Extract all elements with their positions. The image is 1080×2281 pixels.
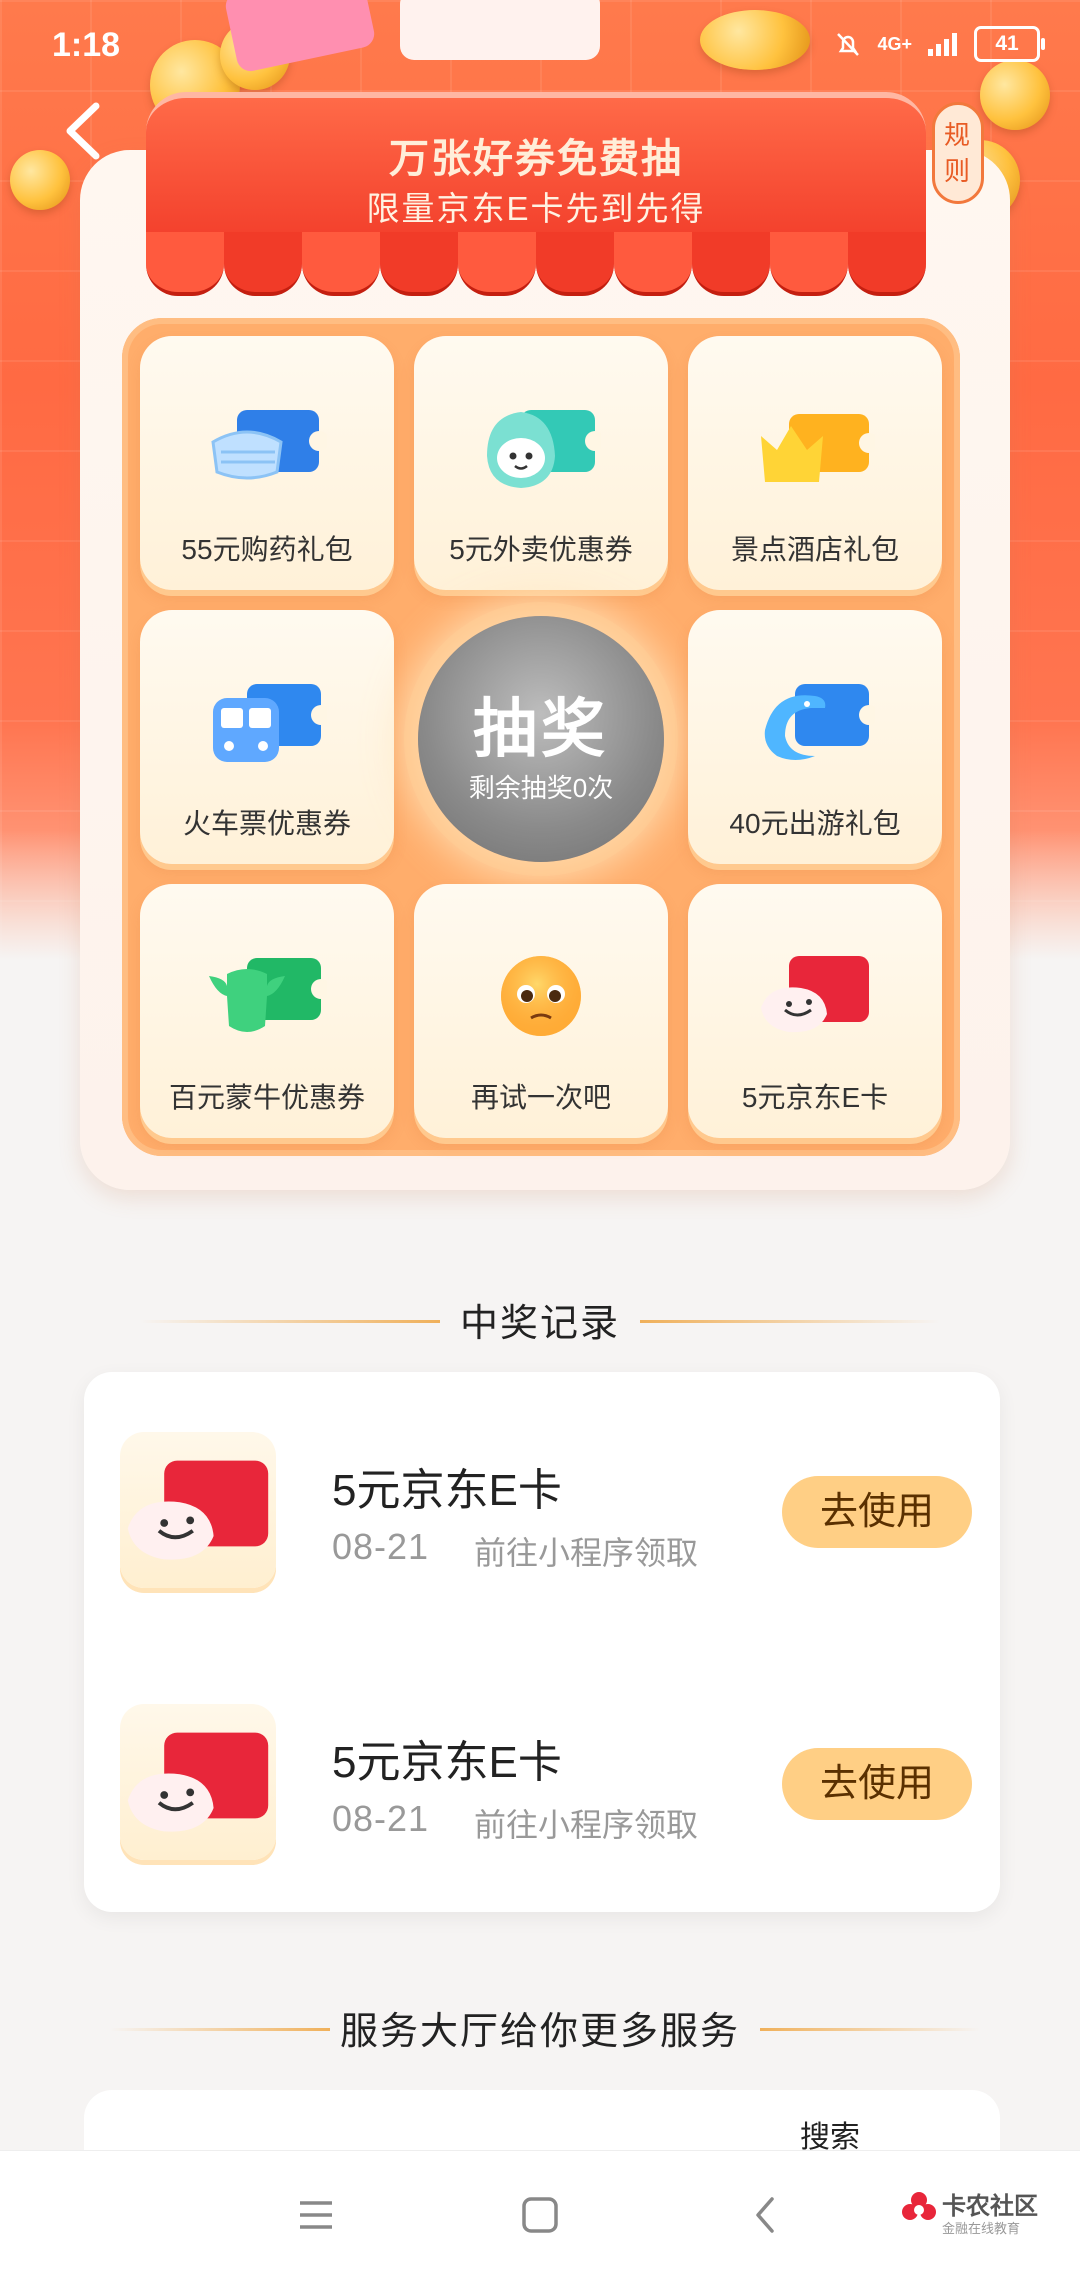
crown-ticket-icon: [761, 414, 875, 482]
records-title: 中奖记录: [459, 1303, 620, 1345]
page-title: 万张好券免费抽: [389, 137, 683, 181]
record-date: 08-21: [332, 1526, 430, 1567]
signal-icon: [928, 33, 957, 56]
prize-label: 5元京东E卡: [741, 1082, 889, 1113]
prize-cell-medicine: 55元购药礼包: [140, 336, 394, 590]
prize-label: 景点酒店礼包: [730, 534, 899, 565]
record-name: 5元京东E卡: [332, 1738, 562, 1787]
record-item: 5元京东E卡 08-21 前往小程序领取 去使用: [84, 1704, 1000, 1874]
record-item: 5元京东E卡 08-21 前往小程序领取 去使用: [84, 1432, 1000, 1602]
mask-ticket-icon: [211, 410, 327, 480]
draw-button-label: 抽奖: [473, 693, 609, 765]
services-section-header: 服务大厅给你更多服务: [0, 2000, 1080, 2055]
record-description: 前往小程序领取: [474, 1535, 699, 1571]
jd-card-icon: [761, 956, 869, 1033]
records-section-header: 中奖记录: [0, 1292, 1080, 1347]
awning-header: 万张好券免费抽 限量京东E卡先到先得: [146, 92, 926, 296]
draw-button[interactable]: 抽奖 剩余抽奖0次: [418, 616, 664, 862]
prize-cell-mengniu: 百元蒙牛优惠券: [140, 884, 394, 1138]
record-name: 5元京东E卡: [332, 1466, 562, 1515]
watermark-subtitle: 金融在线教育: [942, 2221, 1021, 2236]
jd-card-icon: [127, 1460, 269, 1560]
menu-icon[interactable]: [296, 2197, 336, 2233]
use-button[interactable]: 去使用: [782, 1476, 972, 1548]
use-button[interactable]: 去使用: [782, 1748, 972, 1820]
flower-logo-icon: [902, 2192, 936, 2220]
prize-cell-hotel: 景点酒店礼包: [688, 336, 942, 590]
train-ticket-icon: [213, 684, 327, 762]
record-date: 08-21: [332, 1798, 430, 1839]
prize-cell-try-again: 再试一次吧: [414, 884, 668, 1138]
prize-label: 55元购药礼包: [181, 534, 353, 565]
prize-label: 百元蒙牛优惠券: [168, 1082, 365, 1113]
services-card: [84, 2090, 1000, 2150]
jd-card-icon: [127, 1732, 269, 1832]
pleading-face-icon: [501, 956, 581, 1036]
home-icon[interactable]: [520, 2195, 560, 2235]
status-time: 1:18: [52, 26, 121, 64]
back-icon[interactable]: [750, 2195, 780, 2235]
prize-cell-jd-card: 5元京东E卡: [688, 884, 942, 1138]
record-thumbnail: [120, 1432, 276, 1588]
battery-indicator: 41: [974, 26, 1045, 62]
prize-cell-train: 火车票优惠券: [140, 610, 394, 864]
watermark: 卡农社区 金融在线教育: [900, 2182, 1040, 2242]
record-description: 前往小程序领取: [474, 1807, 699, 1843]
services-title: 服务大厅给你更多服务: [339, 2011, 740, 2053]
prize-label: 再试一次吧: [470, 1082, 611, 1113]
prize-label: 5元外卖优惠券: [449, 534, 633, 565]
network-indicator: 4G+: [877, 33, 912, 54]
status-bar: 1:18 4G+ 41: [0, 0, 1080, 96]
mute-bell-icon: [837, 33, 860, 56]
prize-cell-travel: 40元出游礼包: [688, 610, 942, 864]
records-card: 5元京东E卡 08-21 前往小程序领取 去使用 5元京东E卡 08-21 前往…: [84, 1372, 1000, 1912]
record-thumbnail: [120, 1704, 276, 1860]
prize-label: 40元出游礼包: [729, 808, 901, 839]
mascot-ticket-icon: [487, 410, 601, 488]
dolphin-ticket-icon: [764, 684, 875, 760]
remaining-draws: 剩余抽奖0次: [468, 773, 614, 803]
watermark-title: 卡农社区: [942, 2193, 1038, 2220]
page-subtitle: 限量京东E卡先到先得: [366, 190, 706, 227]
prize-cell-takeout: 5元外卖优惠券: [414, 336, 668, 590]
prize-label: 火车票优惠券: [182, 808, 351, 839]
rules-button[interactable]: 规则: [932, 102, 984, 204]
cow-ticket-icon: [209, 958, 327, 1032]
